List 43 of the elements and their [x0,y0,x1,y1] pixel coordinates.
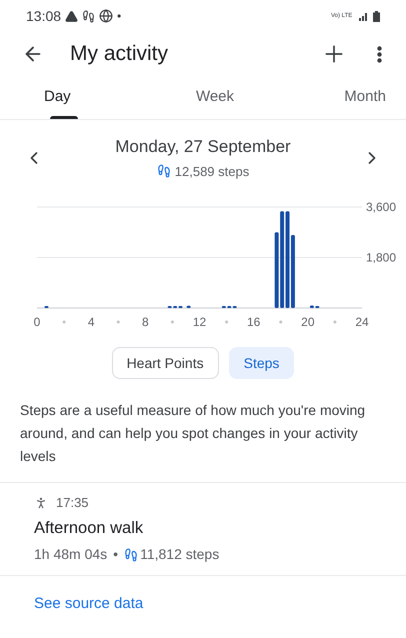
tick-dot [225,320,228,324]
footprints-icon [156,164,171,178]
metric-chip[interactable]: Steps [228,347,294,379]
tick-dot [333,320,336,324]
x-tick-label: 4 [88,315,94,329]
tab[interactable]: Day [20,76,158,119]
description-text: Steps are a useful measure of how much you're moving around, and can help you spot changes in your activity levels [19,401,366,466]
x-tick-label: 20 [301,315,315,329]
tick-dot [170,320,174,324]
status-dot: • [117,8,122,25]
tick-dot [116,320,120,324]
x-tick-label: 8 [142,315,149,329]
footprints-icon [82,10,96,22]
page-title: My activity [70,41,170,68]
x-tick-label: 16 [246,315,260,329]
see-source-data-link[interactable]: See source data [34,595,144,612]
activity-title: Afternoon walk [34,518,144,538]
date-title: Monday, 27 September [115,136,291,158]
warning-icon [65,10,78,22]
tab[interactable]: Week [158,76,272,119]
x-tick-label: 0 [34,315,40,329]
x-tick-label: 12 [192,315,206,329]
tab[interactable]: Month [272,76,386,119]
status-time: 13:08 [26,6,62,26]
battery-icon [373,10,380,22]
metric-chip[interactable]: Heart Points [112,347,219,379]
tick-dot [62,320,66,324]
y-tick-label: 3,600 [366,200,396,214]
separator-dot: • [113,545,118,564]
activity-steps: 11,812 steps [140,544,220,566]
activity-time: 17:35 [56,494,89,512]
activity-duration: 1h 48m 04s [34,545,108,564]
more-options-button[interactable] [377,46,382,62]
more-icon [377,46,382,62]
x-tick-label: 24 [355,315,369,329]
footprints-icon [124,548,138,562]
tick-dot [279,320,282,324]
signal-icon [359,11,369,21]
y-tick-label: 1,800 [366,250,396,264]
daily-steps: 12,589 steps [174,162,250,181]
bar [186,306,191,308]
tab-indicator [50,116,78,119]
globe-icon [99,9,114,23]
